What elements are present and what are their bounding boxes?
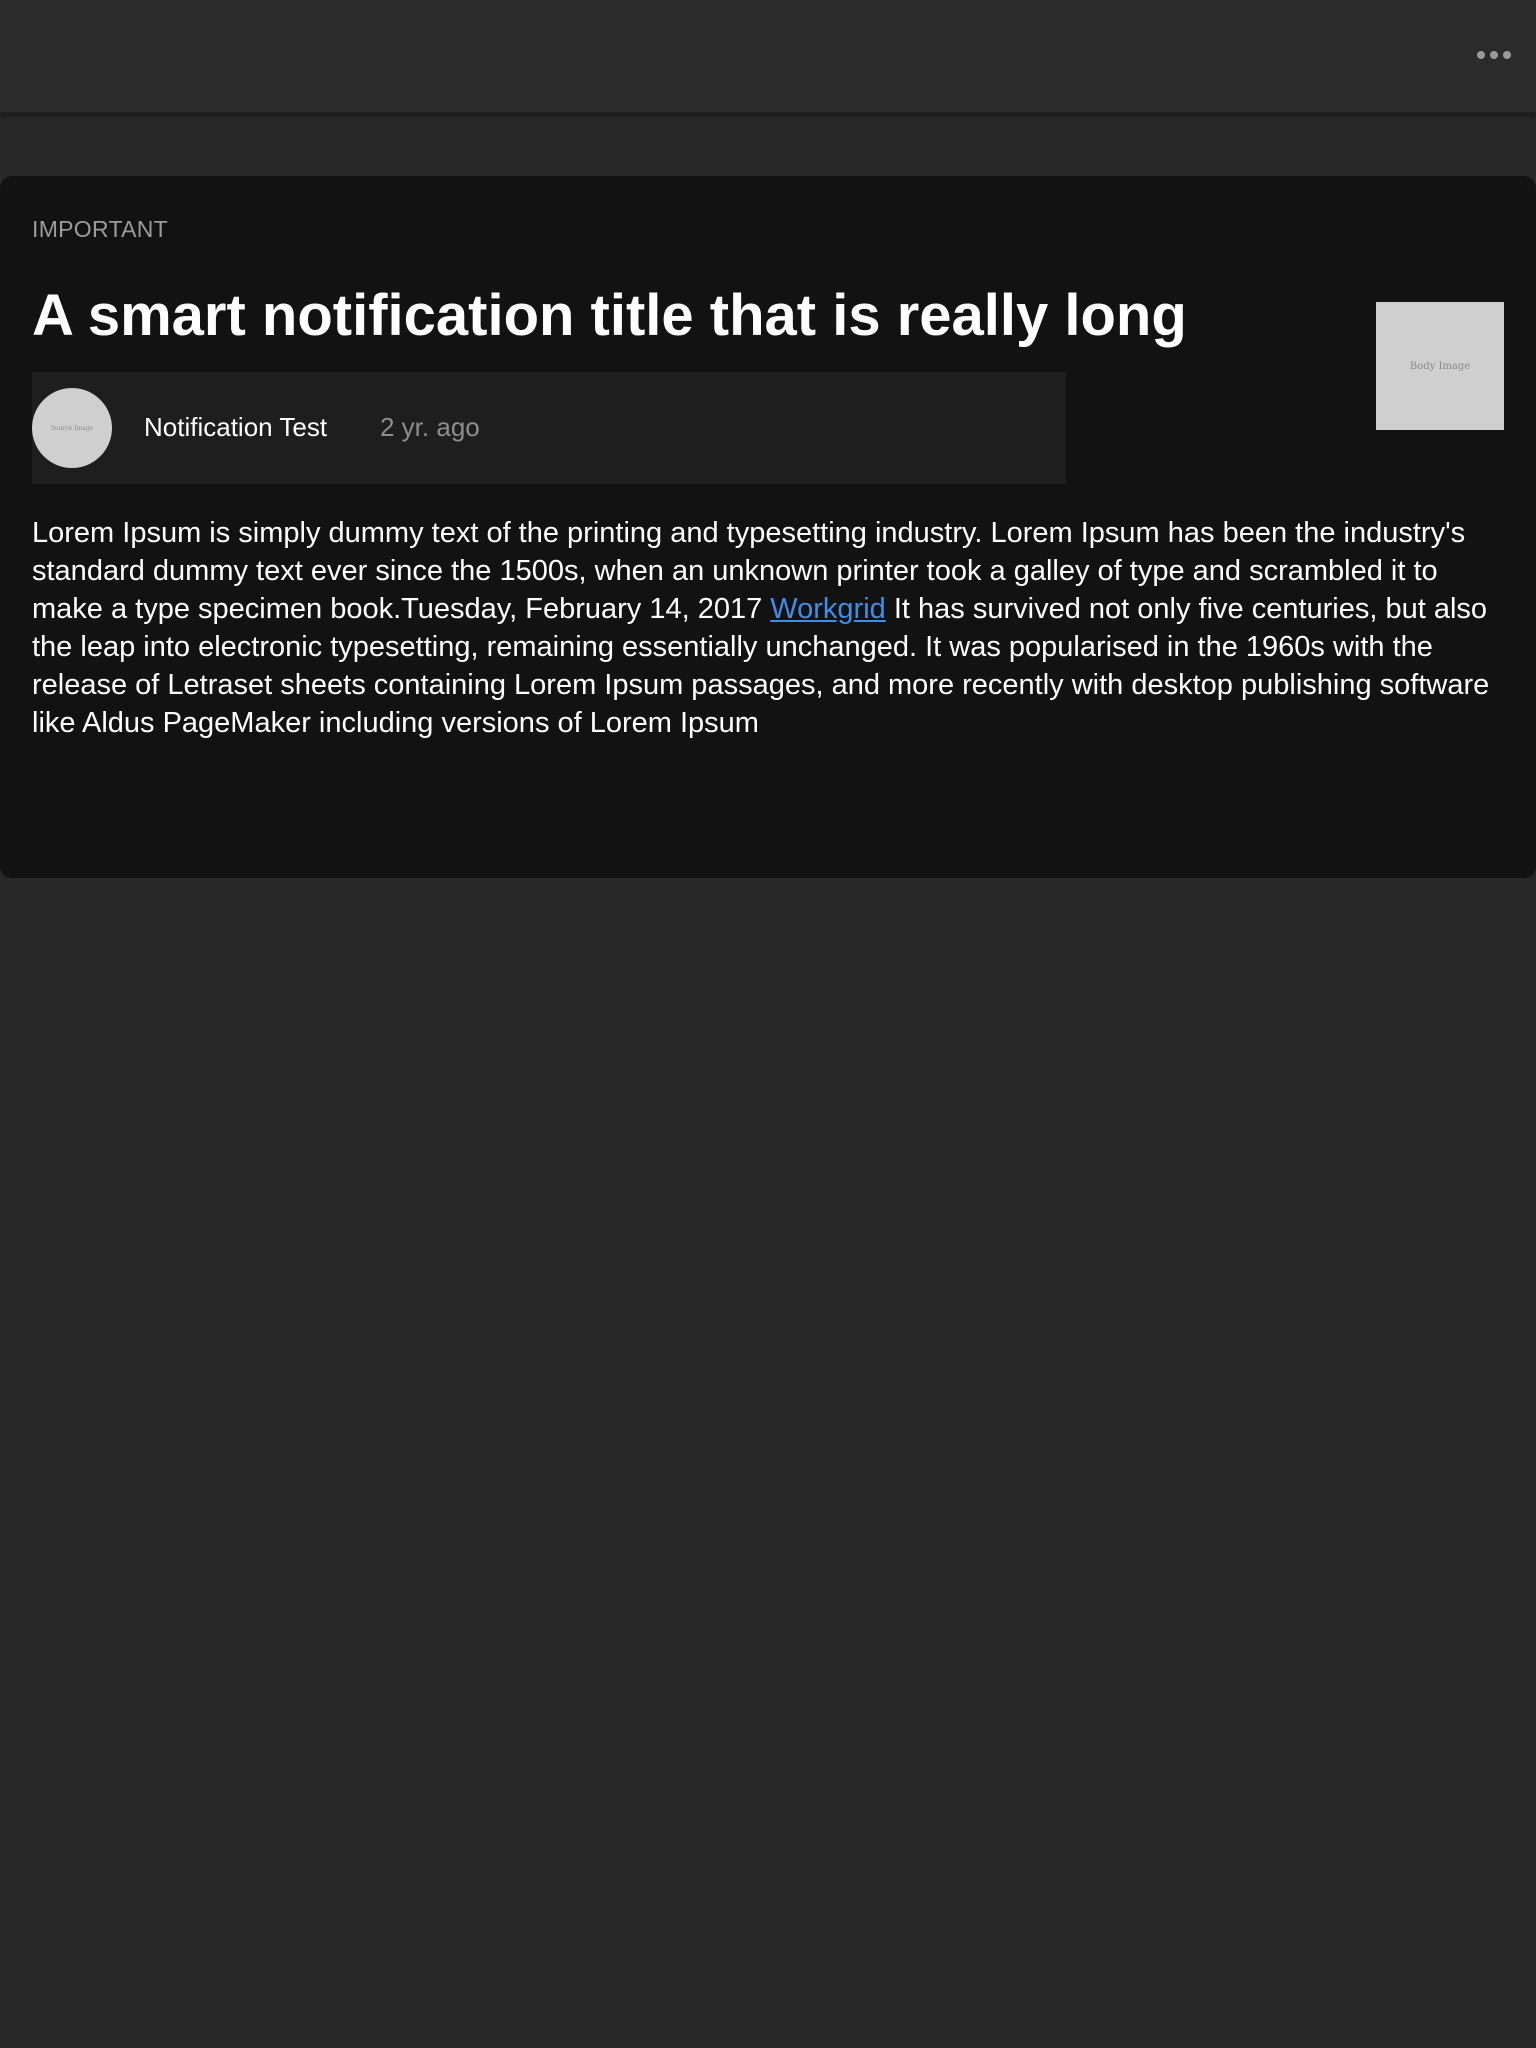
more-options-button[interactable]: [1470, 38, 1518, 72]
notification-category: IMPORTANT: [32, 216, 169, 242]
more-horizontal-icon-dot: [1490, 51, 1498, 59]
workgrid-link[interactable]: Workgrid: [770, 593, 886, 625]
top-bar: [0, 0, 1536, 113]
source-avatar-alt-text: Source Image: [50, 424, 94, 432]
notification-source: Source Image Notification Test 2 yr. ago: [32, 372, 1066, 484]
notification-title: A smart notification title that is reall…: [32, 283, 1187, 348]
source-avatar: Source Image: [32, 388, 112, 468]
source-name: Notification Test: [144, 412, 328, 442]
notification-card: IMPORTANT A smart notification title tha…: [0, 176, 1536, 878]
source-timestamp: 2 yr. ago: [380, 412, 480, 442]
more-horizontal-icon-dot: [1503, 51, 1511, 59]
notification-body: Lorem Ipsum is simply dummy text of the …: [32, 514, 1512, 742]
body-image: Body Image: [1376, 302, 1504, 430]
more-horizontal-icon: [1477, 51, 1485, 59]
body-image-alt-text: Body Image: [1409, 360, 1471, 372]
